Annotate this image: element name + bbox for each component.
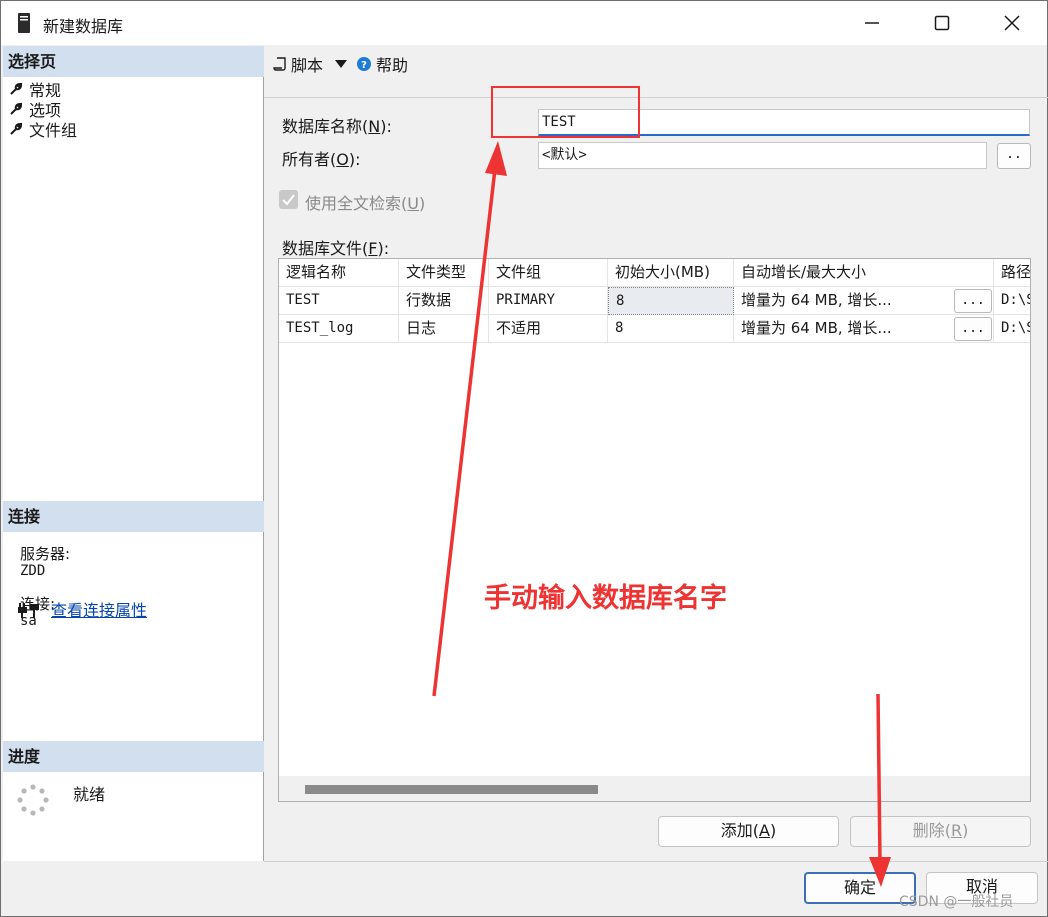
column-header[interactable]: 文件组: [489, 259, 608, 287]
filegroup-cell[interactable]: PRIMARY: [489, 287, 608, 315]
owner-input[interactable]: <默认>: [538, 142, 987, 169]
wrench-icon: [10, 102, 23, 115]
db-files-label: 数据库文件(F):: [282, 239, 390, 258]
path-cell[interactable]: D:\S: [994, 315, 1030, 343]
help-button[interactable]: ? 帮助: [357, 52, 408, 76]
footer-divider: [264, 861, 1048, 862]
remove-file-button[interactable]: 删除(R): [850, 816, 1031, 847]
progress-spinner-icon: [17, 784, 49, 816]
wrench-icon: [10, 122, 23, 135]
connection-header: 连接: [3, 501, 264, 532]
minimize-button[interactable]: [837, 1, 907, 45]
close-button[interactable]: [977, 1, 1047, 45]
owner-browse-button[interactable]: ..: [997, 143, 1031, 169]
svg-text:?: ?: [361, 60, 367, 71]
table-row[interactable]: TEST 行数据 PRIMARY 8 增量为 64 MB, 增长... ... …: [279, 287, 1030, 315]
add-file-button[interactable]: 添加(A): [658, 816, 839, 847]
checkmark-icon: [282, 194, 295, 206]
watermark: CSDN @一般社员: [899, 894, 1014, 910]
page-item-filegroups[interactable]: 文件组: [9, 117, 77, 141]
maximize-button[interactable]: [907, 1, 977, 45]
column-header[interactable]: 路径: [994, 259, 1030, 287]
server-icon: [18, 13, 30, 33]
scrollbar-thumb[interactable]: [305, 785, 598, 794]
annotation-text: 手动输入数据库名字: [484, 583, 727, 614]
wrench-icon: [10, 82, 23, 95]
page-item-label: 文件组: [29, 121, 78, 140]
file-type-cell[interactable]: 行数据: [399, 287, 489, 315]
help-label: 帮助: [376, 56, 409, 75]
owner-label: 所有者(O):: [282, 150, 361, 169]
column-header[interactable]: 自动增长/最大大小: [734, 259, 994, 287]
toolbar-divider: [264, 97, 1048, 98]
logical-name-cell[interactable]: TEST: [279, 287, 399, 315]
left-panel: 选择页 常规 选项 文件组 连接 服务器: ZDD 连接: sa 查看连接属性 …: [3, 46, 264, 861]
autogrowth-browse-button[interactable]: ...: [954, 317, 992, 341]
fulltext-checkbox[interactable]: [279, 190, 298, 209]
maximize-icon: [934, 15, 950, 31]
annotation-highlight-box: [491, 86, 640, 138]
filegroup-cell[interactable]: 不适用: [489, 315, 608, 343]
select-page-header: 选择页: [3, 46, 264, 77]
close-icon: [1004, 15, 1020, 31]
progress-status: 就绪: [73, 785, 106, 804]
path-cell[interactable]: D:\S: [994, 287, 1030, 315]
server-label: 服务器:: [20, 545, 71, 563]
fulltext-label: 使用全文检索(U): [305, 194, 426, 213]
db-files-grid: 逻辑名称 文件类型 文件组 初始大小(MB) 自动增长/最大大小 路径 TEST…: [278, 258, 1031, 802]
horizontal-scrollbar[interactable]: [279, 776, 1030, 801]
plug-icon: [18, 603, 39, 618]
server-value: ZDD: [20, 563, 46, 579]
progress-header: 进度: [3, 741, 264, 772]
title-bar: 新建数据库: [1, 1, 1047, 45]
help-icon: ?: [357, 57, 372, 71]
autogrowth-browse-button[interactable]: ...: [954, 289, 992, 313]
logical-name-cell[interactable]: TEST_log: [279, 315, 399, 343]
grid-header-row: 逻辑名称 文件类型 文件组 初始大小(MB) 自动增长/最大大小 路径: [279, 259, 1030, 287]
table-row[interactable]: TEST_log 日志 不适用 8 增量为 64 MB, 增长... ... D…: [279, 315, 1030, 343]
toolbar: 脚本 ? 帮助: [267, 49, 408, 79]
new-database-dialog: 新建数据库 选择页 常规 选项 文件组 连接 服务器: ZDD 连接: sa: [0, 0, 1048, 917]
chevron-down-icon[interactable]: [335, 60, 348, 68]
script-button[interactable]: 脚本: [267, 52, 323, 76]
db-name-label: 数据库名称(N):: [282, 117, 392, 136]
column-header[interactable]: 文件类型: [399, 259, 489, 287]
script-icon: [273, 57, 286, 71]
initial-size-cell[interactable]: 8: [608, 287, 734, 315]
script-label: 脚本: [291, 56, 324, 75]
file-type-cell[interactable]: 日志: [399, 315, 489, 343]
initial-size-cell[interactable]: 8: [608, 315, 734, 343]
view-connection-properties-link[interactable]: 查看连接属性: [51, 597, 147, 621]
column-header[interactable]: 初始大小(MB): [608, 259, 734, 287]
window-title: 新建数据库: [43, 17, 124, 36]
minimize-icon: [865, 22, 879, 24]
column-header[interactable]: 逻辑名称: [279, 259, 399, 287]
